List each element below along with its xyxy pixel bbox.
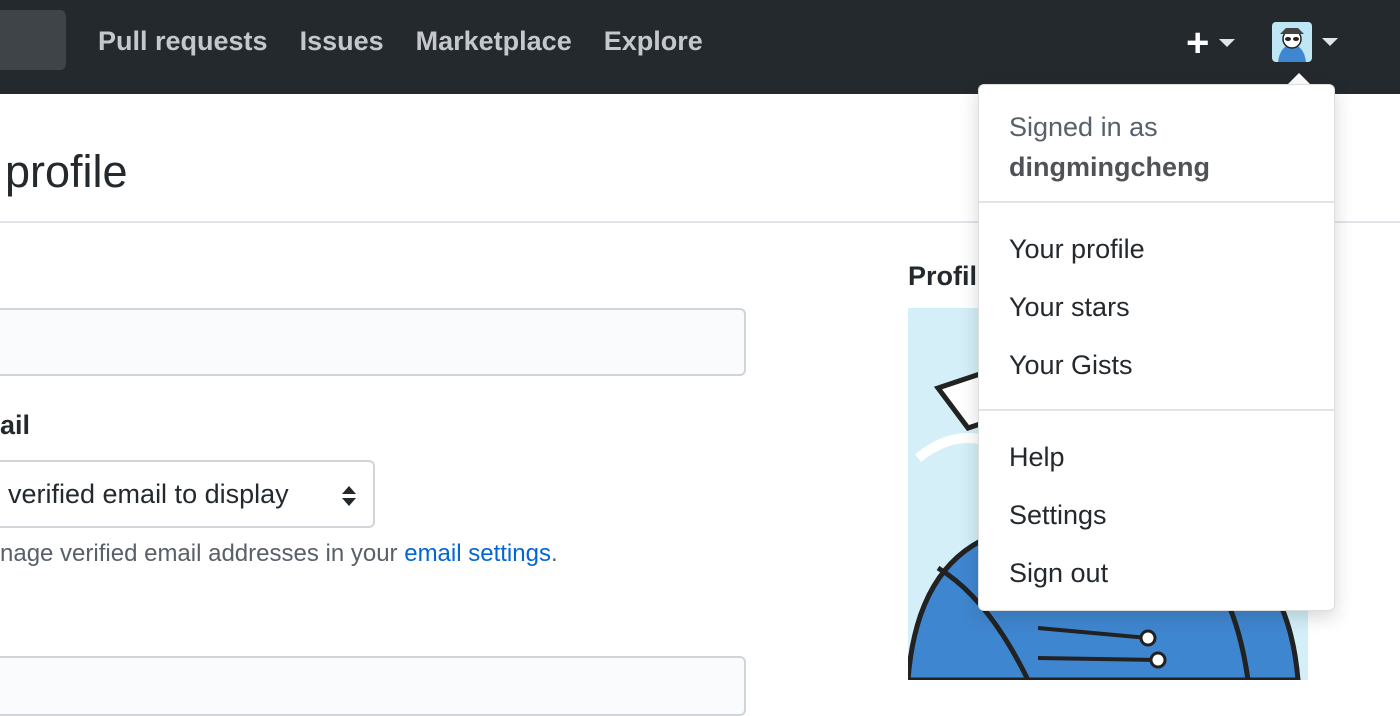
public-email-select[interactable]: verified email to display [0, 460, 375, 528]
signed-in-username: dingmingcheng [1009, 152, 1210, 182]
signed-in-label: Signed in as [1009, 112, 1158, 142]
signed-in-header: Signed in as dingmingcheng [1009, 107, 1210, 187]
caret-down-icon [1219, 39, 1236, 47]
email-settings-link[interactable]: email settings [404, 540, 551, 567]
create-new-button[interactable]: + [1186, 21, 1236, 65]
nav-explore[interactable]: Explore [604, 24, 703, 58]
search-input[interactable] [0, 10, 66, 70]
menu-item-settings[interactable]: Settings [1009, 497, 1107, 533]
avatar [1272, 22, 1312, 62]
select-arrows-icon [342, 486, 356, 506]
email-help-prefix: nage verified email addresses in your [0, 540, 405, 567]
main-nav: Pull requests Issues Marketplace Explore [98, 24, 703, 58]
user-menu-button[interactable] [1272, 22, 1338, 62]
dropdown-divider [979, 201, 1334, 203]
user-dropdown-menu: Signed in as dingmingcheng Your profile … [978, 84, 1335, 611]
public-email-label: ail [0, 410, 31, 440]
nav-marketplace[interactable]: Marketplace [416, 24, 572, 58]
menu-item-your-profile[interactable]: Your profile [1009, 231, 1145, 267]
bio-field[interactable] [0, 656, 746, 716]
caret-down-icon [1322, 38, 1338, 46]
nav-issues[interactable]: Issues [300, 24, 384, 58]
nav-pull-requests[interactable]: Pull requests [98, 24, 268, 58]
name-field[interactable] [0, 308, 746, 376]
menu-item-your-stars[interactable]: Your stars [1009, 289, 1130, 325]
menu-item-your-gists[interactable]: Your Gists [1009, 347, 1133, 383]
menu-item-sign-out[interactable]: Sign out [1009, 555, 1108, 591]
menu-item-help[interactable]: Help [1009, 439, 1065, 475]
page-title: profile [5, 146, 128, 197]
dropdown-divider [979, 409, 1334, 411]
email-help-text: nage verified email addresses in your em… [0, 540, 558, 568]
plus-icon: + [1186, 21, 1210, 65]
public-email-select-value: verified email to display [8, 479, 289, 509]
email-help-suffix: . [550, 540, 558, 567]
top-navigation-bar: Pull requests Issues Marketplace Explore… [0, 0, 1400, 94]
profile-picture-label: Profil [908, 261, 978, 291]
